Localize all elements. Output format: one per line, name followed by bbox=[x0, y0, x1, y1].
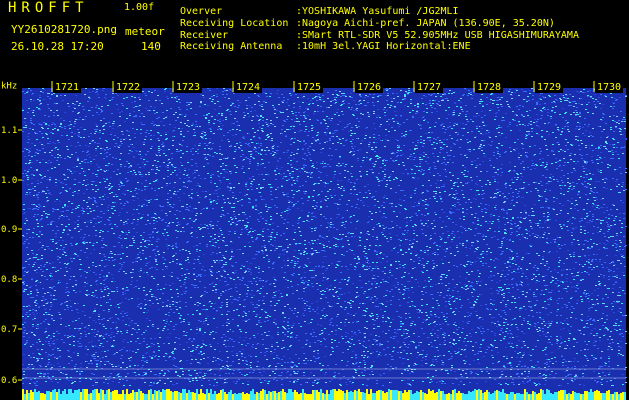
y-axis-unit: kHz bbox=[1, 82, 17, 92]
meteor-count: 140 bbox=[141, 40, 161, 53]
mode-label: meteor bbox=[125, 25, 165, 38]
y-tick-label: 0.7 bbox=[1, 325, 17, 335]
filename-label: YY2610281720.png bbox=[11, 23, 117, 36]
time-label: 1725 bbox=[297, 82, 321, 93]
time-label: 1721 bbox=[55, 82, 79, 93]
receiver-value: :SMart RTL-SDR V5 52.905MHz USB HIGASHIM… bbox=[296, 30, 579, 41]
time-label: 1726 bbox=[357, 82, 381, 93]
time-label: 1722 bbox=[116, 82, 140, 93]
time-label: 1724 bbox=[236, 82, 260, 93]
antenna-label: Receiving Antenna bbox=[180, 41, 283, 52]
location-value: :Nagoya Aichi-pref. JAPAN (136.90E, 35.2… bbox=[296, 18, 555, 29]
antenna-value: :10mH 3el.YAGI Horizontal:ENE bbox=[296, 41, 471, 52]
timestamp-label: 26.10.28 17:20 bbox=[11, 40, 104, 53]
y-tick-label: 0.9 bbox=[1, 225, 17, 235]
app-title: HROFFT bbox=[8, 0, 89, 16]
time-label: 1730 bbox=[597, 82, 621, 93]
receiver-label: Receiver bbox=[180, 30, 229, 41]
time-label: 1727 bbox=[417, 82, 441, 93]
y-tick-label: 0.6 bbox=[1, 376, 17, 386]
location-label: Receiving Location bbox=[180, 18, 289, 29]
time-label: 1729 bbox=[537, 82, 561, 93]
spectrogram-plot: kHz 1.1 1.0 0.9 0.8 0.7 0.6 1721 1722 1723 1724 1… bbox=[0, 80, 629, 400]
y-tick-label: 0.8 bbox=[1, 275, 17, 285]
time-label: 1723 bbox=[176, 82, 200, 93]
y-tick-label: 1.0 bbox=[1, 176, 17, 186]
version-label: 1.00f bbox=[124, 2, 155, 13]
observer-value: :YOSHIKAWA Yasufumi /JG2MLI bbox=[296, 6, 459, 17]
observer-label: Overver bbox=[180, 6, 223, 17]
time-label: 1728 bbox=[477, 82, 501, 93]
header-panel: HROFFT 1.00f YY2610281720.png meteor 26.… bbox=[0, 0, 629, 80]
y-tick-label: 1.1 bbox=[1, 126, 17, 136]
